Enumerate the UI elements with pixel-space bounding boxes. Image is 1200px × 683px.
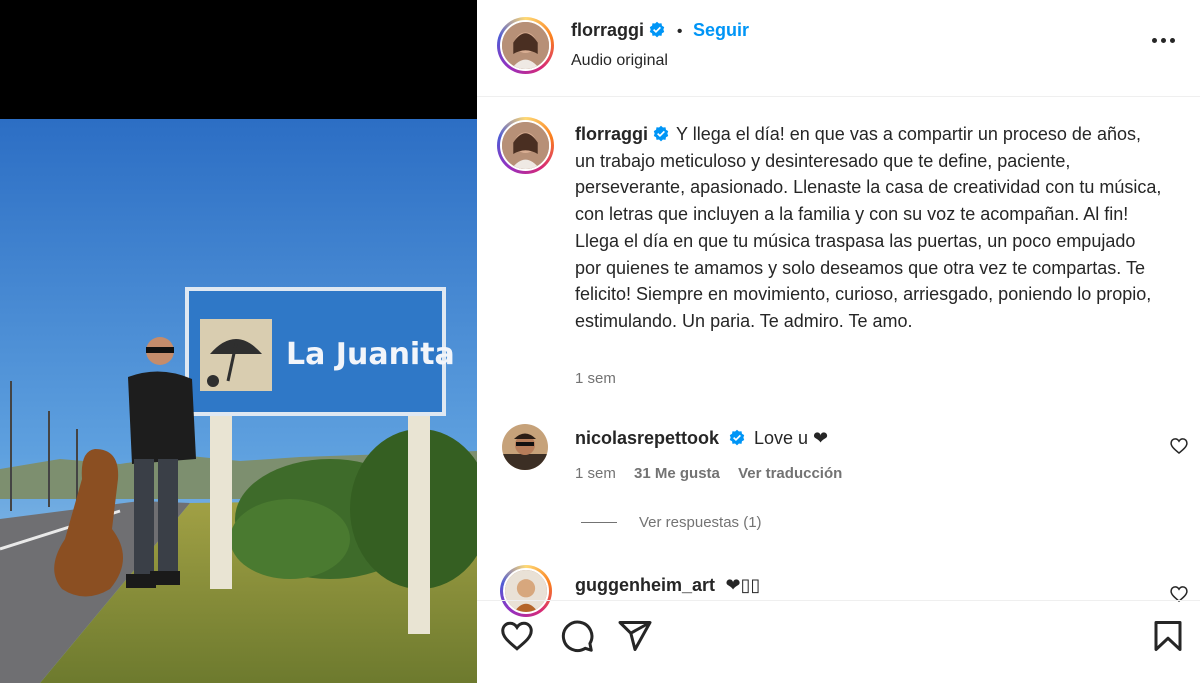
post-sidebar: florraggi • Seguir Audio original florra…: [477, 0, 1200, 683]
author-avatar[interactable]: [497, 17, 554, 74]
view-replies-button[interactable]: Ver respuestas (1): [581, 514, 762, 531]
comment-icon[interactable]: [559, 618, 595, 654]
action-bar: [477, 600, 1200, 683]
caption-avatar[interactable]: [497, 117, 554, 174]
post-photo[interactable]: La Juanita: [0, 119, 477, 683]
audio-label[interactable]: Audio original: [571, 52, 668, 70]
comment-username[interactable]: nicolasrepettook: [575, 428, 719, 448]
comment-time[interactable]: 1 sem: [575, 465, 616, 482]
sign-text: La Juanita: [286, 337, 455, 372]
caption-username[interactable]: florraggi: [575, 124, 648, 144]
comment-text: Love u ❤: [753, 428, 829, 448]
comment-text: ❤▯▯: [725, 575, 761, 595]
bookmark-icon[interactable]: [1150, 618, 1186, 654]
replies-line: [581, 522, 617, 523]
separator: •: [676, 23, 683, 40]
author-username[interactable]: florraggi: [571, 20, 644, 40]
verified-badge-icon: [729, 429, 744, 446]
comment-meta: 1 sem 31 Me gusta Ver traducción: [575, 465, 842, 482]
verified-badge-icon: [650, 21, 665, 38]
share-icon[interactable]: [617, 618, 653, 654]
comment-row: nicolasrepettook Love u ❤: [575, 428, 828, 449]
comment-like-icon[interactable]: [1169, 436, 1189, 456]
post-header: florraggi • Seguir Audio original: [477, 0, 1200, 97]
heart-icon[interactable]: [499, 618, 535, 654]
translate-link[interactable]: Ver traducción: [738, 465, 842, 482]
comment-username[interactable]: guggenheim_art: [575, 575, 715, 595]
post-caption: florraggi Y llega el día! en que vas a co…: [575, 121, 1165, 335]
follow-button[interactable]: Seguir: [693, 20, 749, 40]
more-options-icon[interactable]: [1150, 30, 1180, 54]
caption-time[interactable]: 1 sem: [575, 370, 616, 387]
replies-label: Ver respuestas (1): [639, 514, 762, 531]
comment-avatar[interactable]: [502, 424, 548, 470]
caption-body: Y llega el día! en que vas a compartir u…: [575, 124, 1162, 331]
comment-row: guggenheim_art ❤▯▯: [575, 575, 760, 596]
comment-likes[interactable]: 31 Me gusta: [634, 465, 720, 482]
verified-badge-icon: [653, 125, 669, 142]
post-media[interactable]: La Juanita: [0, 0, 477, 683]
